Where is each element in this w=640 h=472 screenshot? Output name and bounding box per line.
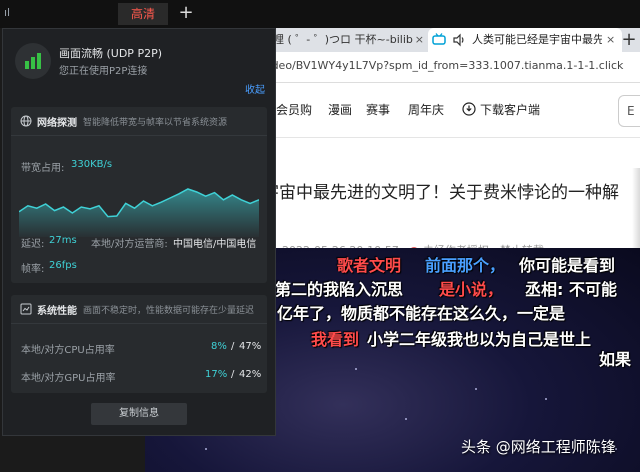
gpu-local-value: 17% bbox=[205, 369, 228, 380]
signal-text: ıl bbox=[4, 6, 11, 19]
section-header: 系统性能 画面不稳定时，性能数据可能存在少量延迟 bbox=[11, 295, 267, 324]
tab-title: 哔哩 ( ゜- ゜)つロ 干杯~-bilib bbox=[262, 33, 413, 46]
danmaku-comment: 歌者文明 bbox=[337, 256, 402, 275]
gpu-usage-label: 本地/对方GPU占用率 bbox=[21, 373, 116, 384]
danmaku-comment: 你可能是看到 bbox=[519, 256, 616, 275]
signal-strength-icon bbox=[15, 43, 51, 79]
nav-item-esports[interactable]: 赛事 bbox=[366, 101, 390, 118]
close-icon[interactable]: × bbox=[606, 28, 615, 52]
section-header: 网络探测 智能降低带宽与帧率以节省系统资源 bbox=[11, 107, 267, 136]
danmaku-comment: 第二的我陷入沉思 bbox=[275, 280, 404, 299]
add-button[interactable]: + bbox=[176, 2, 196, 24]
section-description: 画面不稳定时，性能数据可能存在少量延迟 bbox=[83, 306, 255, 316]
address-bar[interactable]: video/BV1WY4y1L7Vp?spm_id_from=333.1007.… bbox=[262, 52, 640, 83]
top-bar: ıl 高清 + bbox=[0, 0, 640, 28]
bilibili-tv-icon bbox=[432, 33, 446, 45]
star bbox=[205, 448, 207, 450]
quality-button[interactable]: 高清 bbox=[118, 3, 168, 25]
connection-status-title: 画面流畅 (UDP P2P) bbox=[59, 47, 162, 60]
download-icon bbox=[462, 102, 476, 116]
nav-item-anniversary[interactable]: 周年庆 bbox=[408, 101, 444, 118]
url-text[interactable]: video/BV1WY4y1L7Vp?spm_id_from=333.1007.… bbox=[262, 59, 623, 72]
globe-icon bbox=[20, 115, 32, 127]
gpu-separator: / bbox=[231, 369, 235, 380]
connection-status-subtitle: 您正在使用P2P连接 bbox=[59, 66, 148, 77]
gpu-remote-value: 42% bbox=[239, 369, 262, 380]
latency-value: 27ms bbox=[49, 235, 77, 246]
bandwidth-label: 带宽占用: bbox=[21, 163, 65, 174]
cpu-remote-value: 47% bbox=[239, 341, 262, 352]
network-section: 网络探测 智能降低带宽与帧率以节省系统资源 带宽占用: 330KB/s 延迟: … bbox=[11, 107, 267, 283]
fps-label: 帧率: bbox=[21, 264, 45, 275]
search-box[interactable]: E bbox=[618, 95, 640, 127]
tab-bilibili-home[interactable]: 哔哩 ( ゜- ゜)つロ 干杯~-bilib × bbox=[262, 28, 426, 52]
star bbox=[355, 368, 357, 370]
star bbox=[545, 398, 547, 400]
cpu-usage-label: 本地/对方CPU占用率 bbox=[21, 345, 115, 356]
danmaku-comment: 亿年了，物质都不能存在这么久，一定是 bbox=[277, 304, 566, 323]
site-nav: 会员购 漫画 赛事 周年庆 下载客户端 E bbox=[262, 83, 640, 138]
speaker-icon[interactable] bbox=[452, 33, 466, 47]
performance-section: 系统性能 画面不稳定时，性能数据可能存在少量延迟 本地/对方CPU占用率 8% … bbox=[11, 295, 267, 393]
nav-item-manga[interactable]: 漫画 bbox=[328, 101, 352, 118]
copy-info-button[interactable]: 复制信息 bbox=[91, 403, 187, 425]
danmaku-comment: 如果 bbox=[599, 350, 632, 369]
section-title: 网络探测 bbox=[37, 118, 77, 129]
cpu-local-value: 8% bbox=[211, 341, 227, 352]
nav-item-download-client[interactable]: 下载客户端 bbox=[480, 101, 540, 118]
isp-label: 本地/对方运营商: bbox=[91, 239, 168, 250]
star bbox=[475, 388, 477, 390]
new-tab-button[interactable]: + bbox=[618, 28, 640, 52]
bandwidth-value: 330KB/s bbox=[71, 159, 113, 170]
danmaku-comment: 前面那个， bbox=[425, 256, 506, 275]
danmaku-comment: 是小说， bbox=[439, 280, 504, 299]
section-description: 智能降低带宽与帧率以节省系统资源 bbox=[83, 118, 228, 128]
tab-active-video[interactable]: 人类可能已经是宇宙中最先 × bbox=[428, 28, 622, 52]
danmaku-comment: 丞相: 不可能 bbox=[525, 280, 617, 299]
isp-value: 中国电信/中国电信 bbox=[173, 239, 257, 250]
latency-label: 延迟: bbox=[21, 239, 45, 250]
collapse-link[interactable]: 收起 bbox=[245, 81, 265, 96]
nav-item-mall[interactable]: 会员购 bbox=[276, 101, 312, 118]
danmaku-comment: 我看到 bbox=[311, 330, 360, 349]
tab-strip: 哔哩 ( ゜- ゜)つロ 干杯~-bilib × 人类可能已经是宇宙中最先 × … bbox=[262, 28, 640, 52]
fps-value: 26fps bbox=[49, 260, 77, 271]
video-title: 宇宙中最先进的文明了！关于费米悖论的一种解 bbox=[262, 183, 619, 203]
watermark: 头条 @网络工程师陈锋 bbox=[461, 438, 616, 456]
bandwidth-area bbox=[19, 189, 259, 237]
stream-stats-panel: 画面流畅 (UDP P2P) 您正在使用P2P连接 收起 网络探测 智能降低带宽… bbox=[2, 28, 276, 436]
monitor-chart-icon bbox=[20, 303, 32, 315]
close-icon[interactable]: × bbox=[415, 28, 424, 52]
cpu-separator: / bbox=[231, 341, 235, 352]
section-title: 系统性能 bbox=[37, 306, 77, 317]
tab-title: 人类可能已经是宇宙中最先 bbox=[472, 33, 602, 46]
bandwidth-graph bbox=[19, 188, 259, 237]
panel-header: 画面流畅 (UDP P2P) 您正在使用P2P连接 收起 bbox=[3, 29, 275, 99]
star bbox=[405, 418, 407, 420]
danmaku-comment: 小学二年级我也以为自己是世上 bbox=[367, 330, 592, 349]
